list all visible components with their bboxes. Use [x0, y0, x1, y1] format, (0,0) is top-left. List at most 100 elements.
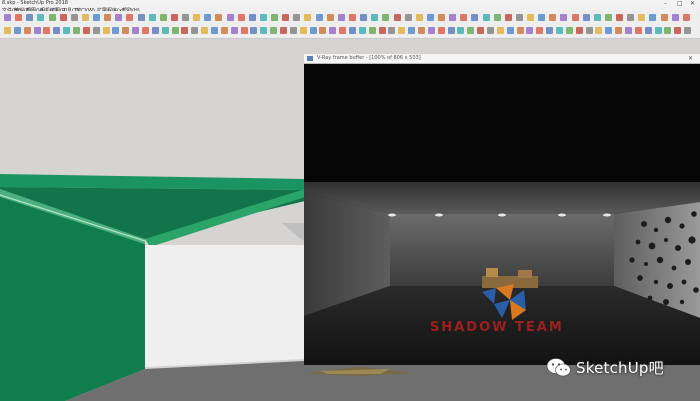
ext-tool-button[interactable]: [260, 27, 268, 34]
ext-tool-button[interactable]: [230, 27, 238, 34]
main-tool-button[interactable]: [660, 14, 668, 21]
main-tool-button[interactable]: [415, 14, 423, 21]
ext-tool-button[interactable]: [211, 27, 218, 34]
main-tool-button[interactable]: [460, 14, 468, 21]
ext-tool-button[interactable]: [349, 27, 356, 34]
ext-tool-button[interactable]: [516, 27, 524, 34]
main-tool-button[interactable]: [126, 14, 134, 21]
main-tool-button[interactable]: [493, 14, 501, 21]
main-tool-button[interactable]: [382, 14, 390, 21]
ext-tool-button[interactable]: [388, 27, 396, 34]
main-tool-button[interactable]: [360, 14, 368, 21]
main-tool-button[interactable]: [426, 14, 434, 21]
main-tool-button[interactable]: [93, 14, 101, 21]
ext-tool-button[interactable]: [358, 27, 366, 34]
ext-tool-button[interactable]: [526, 27, 534, 34]
main-tool-button[interactable]: [15, 14, 23, 21]
main-tool-button[interactable]: [371, 14, 379, 21]
ext-tool-button[interactable]: [644, 27, 652, 34]
ext-tool-button[interactable]: [378, 27, 386, 34]
ext-tool-button[interactable]: [477, 27, 485, 34]
main-tool-button[interactable]: [4, 14, 11, 21]
ext-tool-button[interactable]: [289, 27, 297, 34]
ext-tool-button[interactable]: [73, 27, 80, 34]
main-tool-button[interactable]: [59, 14, 67, 21]
ext-tool-button[interactable]: [457, 27, 465, 34]
ext-tool-button[interactable]: [122, 27, 130, 34]
ext-tool-button[interactable]: [585, 27, 593, 34]
main-tool-button[interactable]: [215, 14, 223, 21]
ext-tool-button[interactable]: [280, 27, 287, 34]
ext-tool-button[interactable]: [161, 27, 169, 34]
main-tool-button[interactable]: [515, 14, 523, 21]
ext-tool-button[interactable]: [664, 27, 672, 34]
ext-tool-button[interactable]: [309, 27, 317, 34]
main-tool-button[interactable]: [638, 14, 646, 21]
ext-tool-button[interactable]: [53, 27, 61, 34]
main-tool-button[interactable]: [471, 14, 479, 21]
ext-tool-button[interactable]: [4, 27, 11, 34]
ext-tool-button[interactable]: [398, 27, 406, 34]
ext-tool-button[interactable]: [575, 27, 583, 34]
main-tool-button[interactable]: [616, 14, 624, 21]
main-tool-button[interactable]: [159, 14, 167, 21]
ext-tool-button[interactable]: [270, 27, 278, 34]
ext-tool-button[interactable]: [625, 27, 632, 34]
ext-tool-button[interactable]: [220, 27, 228, 34]
ext-tool-button[interactable]: [63, 27, 71, 34]
ext-tool-button[interactable]: [13, 27, 21, 34]
ext-tool-button[interactable]: [605, 27, 613, 34]
main-tool-button[interactable]: [271, 14, 279, 21]
ext-tool-button[interactable]: [615, 27, 623, 34]
close-icon[interactable]: ✕: [690, 0, 695, 7]
main-tool-button[interactable]: [671, 14, 679, 21]
ext-tool-button[interactable]: [496, 27, 504, 34]
main-tool-button[interactable]: [304, 14, 312, 21]
main-tool-button[interactable]: [81, 14, 89, 21]
ext-tool-button[interactable]: [250, 27, 258, 34]
main-tool-button[interactable]: [282, 14, 290, 21]
ext-tool-button[interactable]: [151, 27, 159, 34]
ext-tool-button[interactable]: [654, 27, 662, 34]
ext-tool-button[interactable]: [191, 27, 199, 34]
ext-tool-button[interactable]: [556, 27, 563, 34]
main-tool-button[interactable]: [527, 14, 535, 21]
ext-tool-button[interactable]: [634, 27, 642, 34]
ext-tool-button[interactable]: [427, 27, 435, 34]
ext-tool-button[interactable]: [595, 27, 603, 34]
ext-tool-button[interactable]: [339, 27, 347, 34]
main-tool-button[interactable]: [204, 14, 212, 21]
ext-tool-button[interactable]: [447, 27, 455, 34]
ext-tool-button[interactable]: [201, 27, 209, 34]
main-tool-button[interactable]: [504, 14, 512, 21]
minimize-icon[interactable]: –: [664, 0, 667, 7]
ext-tool-button[interactable]: [240, 27, 248, 34]
ext-tool-button[interactable]: [329, 27, 337, 34]
main-tool-button[interactable]: [26, 14, 34, 21]
ext-tool-button[interactable]: [299, 27, 307, 34]
main-tool-button[interactable]: [70, 14, 78, 21]
main-tool-button[interactable]: [393, 14, 401, 21]
main-tool-button[interactable]: [438, 14, 446, 21]
main-tool-button[interactable]: [549, 14, 557, 21]
ext-tool-button[interactable]: [33, 27, 41, 34]
ext-tool-button[interactable]: [112, 27, 120, 34]
main-tool-button[interactable]: [148, 14, 156, 21]
ext-tool-button[interactable]: [92, 27, 100, 34]
main-tool-button[interactable]: [170, 14, 178, 21]
main-tool-button[interactable]: [182, 14, 190, 21]
ext-tool-button[interactable]: [546, 27, 554, 34]
main-tool-button[interactable]: [137, 14, 145, 21]
ext-tool-button[interactable]: [487, 27, 494, 34]
ext-tool-button[interactable]: [102, 27, 110, 34]
ext-tool-button[interactable]: [467, 27, 475, 34]
main-tool-button[interactable]: [326, 14, 334, 21]
main-tool-button[interactable]: [237, 14, 245, 21]
ext-tool-button[interactable]: [674, 27, 682, 34]
main-tool-button[interactable]: [193, 14, 201, 21]
ext-tool-button[interactable]: [82, 27, 90, 34]
main-tool-button[interactable]: [571, 14, 579, 21]
main-tool-button[interactable]: [449, 14, 457, 21]
ext-tool-button[interactable]: [506, 27, 514, 34]
ext-tool-button[interactable]: [536, 27, 544, 34]
